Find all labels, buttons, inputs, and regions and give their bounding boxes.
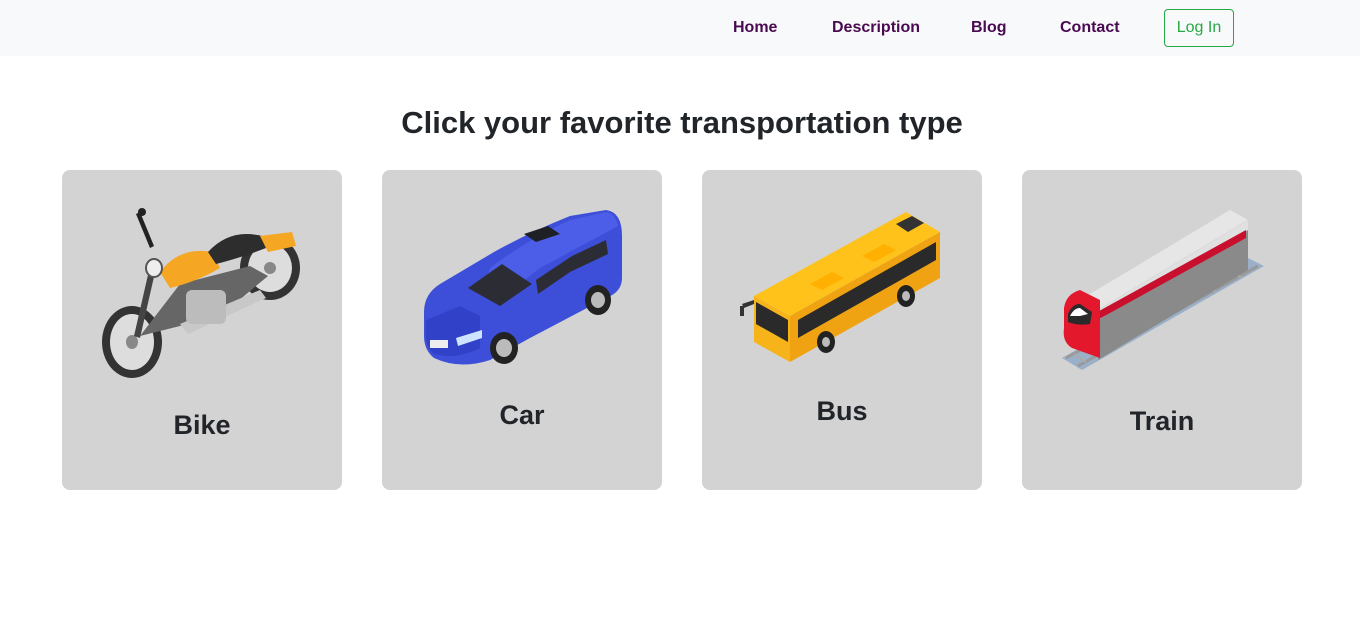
card-train[interactable]: Train: [1022, 170, 1302, 490]
bus-icon: [740, 212, 940, 362]
car-icon: [424, 210, 622, 365]
card-bus[interactable]: Bus: [702, 170, 982, 490]
login-button[interactable]: Log In: [1164, 9, 1234, 47]
card-label-bike: Bike: [173, 410, 231, 440]
card-label-train: Train: [1129, 406, 1195, 436]
nav-blog-link[interactable]: Blog: [971, 18, 1007, 38]
navbar: Home Description Blog Contact Log In: [0, 0, 1360, 56]
card-bike[interactable]: Bike: [62, 170, 342, 490]
motorcycle-icon: [102, 208, 300, 378]
card-label-bus: Bus: [816, 396, 868, 426]
page-title: Click your favorite transportation type: [401, 105, 963, 140]
nav-description-link[interactable]: Description: [832, 18, 920, 38]
card-car[interactable]: Car: [382, 170, 662, 490]
nav-home-link[interactable]: Home: [733, 18, 777, 38]
train-icon: [1062, 210, 1264, 370]
card-label-car: Car: [499, 400, 545, 430]
nav-contact-link[interactable]: Contact: [1060, 18, 1120, 38]
